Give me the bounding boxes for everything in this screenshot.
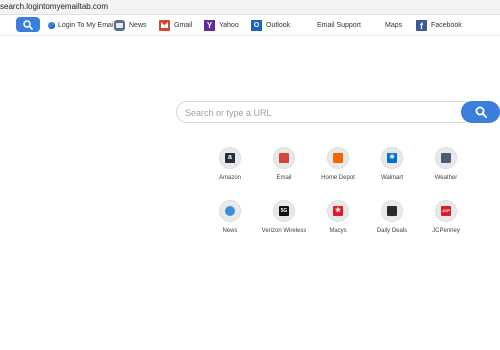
home-depot-icon	[333, 153, 343, 163]
toolbar-item-label: Facebook	[431, 22, 462, 29]
tile-label: Email	[276, 175, 292, 181]
tile-label: Weather	[434, 175, 458, 181]
quick-link-tile[interactable]: 5G Verizon Wireless	[257, 200, 311, 240]
toolbar-email-support[interactable]: Email Support	[317, 19, 361, 32]
tile-label: News	[222, 228, 238, 234]
quick-link-tile[interactable]: ★ Macys	[311, 200, 365, 240]
email-icon	[279, 153, 289, 163]
tile-label: Walmart	[380, 175, 404, 181]
tile-icon-circle	[273, 147, 295, 169]
toolbar-outlook[interactable]: O Outlook	[251, 19, 290, 32]
toolbar-item-label: News	[129, 22, 147, 29]
toolbar-search-button[interactable]	[16, 17, 40, 32]
tile-label: Macys	[329, 228, 347, 234]
facebook-icon: f	[416, 20, 427, 31]
toolbar-news[interactable]: News	[114, 19, 147, 32]
verizon-5g-icon: 5G	[279, 206, 289, 216]
walmart-icon: ✳	[387, 153, 397, 163]
search-box	[176, 101, 474, 123]
news-icon	[114, 20, 125, 31]
amazon-icon: a	[225, 153, 235, 163]
search-icon	[475, 106, 487, 118]
tile-label: Amazon	[218, 175, 241, 181]
globe-icon	[225, 206, 235, 216]
url-text[interactable]: search.logintomyemailtab.com	[0, 2, 108, 11]
toolbar-item-label: Yahoo	[219, 22, 239, 29]
tile-icon-circle: ✳	[381, 147, 403, 169]
tile-label: Daily Deals	[376, 228, 408, 234]
quick-link-tile[interactable]: a Amazon	[203, 147, 257, 187]
tile-icon-circle: JCP	[435, 200, 457, 222]
shopping-bag-icon	[387, 206, 397, 216]
tile-label: Home Depot	[321, 175, 355, 181]
search-icon	[23, 20, 33, 30]
tile-icon-circle: a	[219, 147, 241, 169]
toolbar-item-label: Outlook	[266, 22, 291, 29]
jcpenney-icon: JCP	[441, 206, 451, 216]
tile-icon-circle: ★	[327, 200, 349, 222]
macys-star-icon: ★	[333, 206, 343, 216]
search-input[interactable]	[183, 105, 457, 121]
toolbar-yahoo[interactable]: Y Yahoo	[204, 19, 239, 32]
weather-icon	[441, 153, 451, 163]
yahoo-icon: Y	[204, 20, 215, 31]
toolbar-item-label: Gmail	[174, 22, 193, 29]
gmail-icon	[159, 20, 170, 31]
toolbar-maps[interactable]: Maps	[385, 19, 402, 32]
search-button[interactable]	[461, 101, 500, 123]
tile-icon-circle: 5G	[273, 200, 295, 222]
tile-icon-circle	[435, 147, 457, 169]
quick-link-tile[interactable]: Home Depot	[311, 147, 365, 187]
quick-link-tile[interactable]: Weather	[419, 147, 473, 187]
tile-icon-circle	[381, 200, 403, 222]
toolbar-gmail[interactable]: Gmail	[159, 19, 192, 32]
quick-link-tile[interactable]: Email	[257, 147, 311, 187]
quick-link-tile[interactable]: News	[203, 200, 257, 240]
quick-link-tile[interactable]: Daily Deals	[365, 200, 419, 240]
address-bar[interactable]: search.logintomyemailtab.com	[0, 0, 500, 15]
outlook-icon: O	[251, 20, 262, 31]
quick-link-tile[interactable]: ✳ Walmart	[365, 147, 419, 187]
tile-icon-circle	[219, 200, 241, 222]
tile-label: Verizon Wireless	[261, 228, 307, 234]
tile-label: JCPenney	[432, 228, 460, 234]
globe-icon	[48, 22, 55, 29]
quick-link-tile[interactable]: JCP JCPenney	[419, 200, 473, 240]
toolbar-item-label: Login To My Email	[58, 22, 116, 29]
toolbar-login-to-my-email[interactable]: Login To My Email	[48, 19, 115, 32]
extension-toolbar: Login To My Email News Gmail Y Yahoo O O…	[0, 15, 500, 36]
toolbar-item-label: Email Support	[317, 22, 361, 29]
tile-icon-circle	[327, 147, 349, 169]
toolbar-item-label: Maps	[385, 22, 403, 29]
toolbar-facebook[interactable]: f Facebook	[416, 19, 462, 32]
